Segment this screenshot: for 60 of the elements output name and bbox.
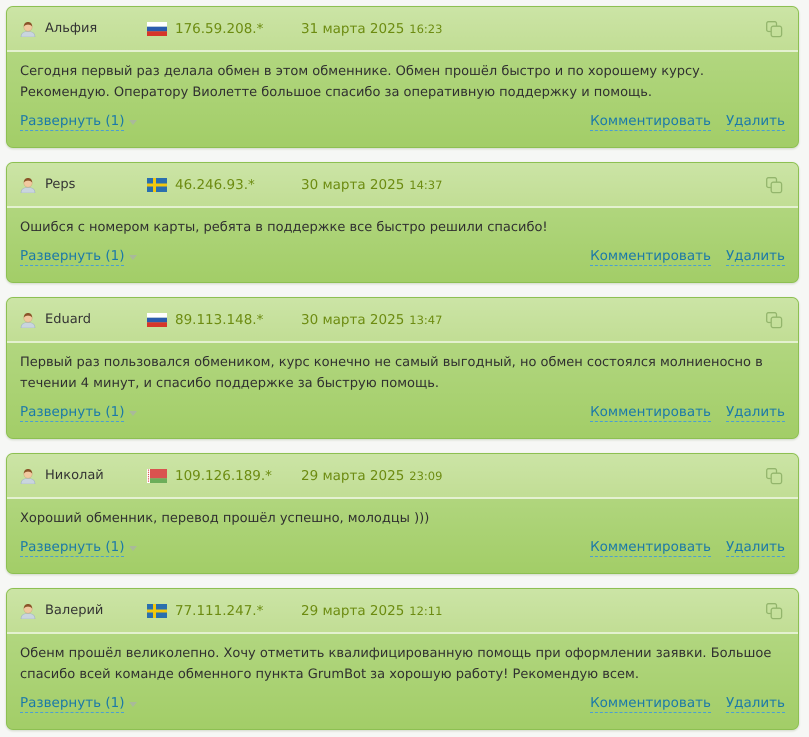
russia-flag-icon xyxy=(147,22,167,36)
sweden-flag-icon xyxy=(147,604,167,618)
copy-icon[interactable] xyxy=(765,176,783,194)
belarus-flag-icon xyxy=(147,468,167,482)
sweden-flag-icon xyxy=(147,178,167,192)
expand-link[interactable]: Развернуть (1) xyxy=(20,695,124,713)
author-name: Альфия xyxy=(45,21,98,36)
ip-address: 89.113.148.* xyxy=(175,312,264,328)
review-text: Обенм прошёл великолепно. Хочу отметить квалифицированную помощь при оформлении заявки. Большое спасибо всей команде обменного пункта GrumBot за хорошую работу! Рекомендую всем. xyxy=(20,645,772,684)
author-name: Николай xyxy=(45,468,105,483)
review-text: Сегодня первый раз делала обмен в этом обменнике. Обмен прошёл быстро и по хорошему курсу. Рекомендую. Оператору Виолетте большое спасибо за оперативную поддержку и помощь. xyxy=(20,63,706,102)
review-text: Ошибся с номером карты, ребята в поддержке все быстро решили спасибо! xyxy=(20,219,549,237)
caret-icon xyxy=(129,410,138,416)
comment-link[interactable]: Комментировать xyxy=(590,539,711,557)
caret-icon xyxy=(129,120,138,124)
review-time: 14:37 xyxy=(409,178,442,192)
delete-link[interactable]: Удалить xyxy=(726,404,785,422)
comment-link[interactable]: Комментировать xyxy=(590,695,711,713)
caret-icon xyxy=(129,546,138,550)
expand-link[interactable]: Развернуть (1) xyxy=(20,248,124,266)
user-avatar-icon xyxy=(20,602,36,618)
expand-link[interactable]: Развернуть (1) xyxy=(20,113,124,131)
comment-link[interactable]: Комментировать xyxy=(590,248,711,266)
copy-icon[interactable] xyxy=(765,20,783,38)
expand-link[interactable]: Развернуть (1) xyxy=(20,404,124,422)
user-avatar-icon xyxy=(20,468,36,484)
copy-icon[interactable] xyxy=(765,602,783,620)
author-name: Eduard xyxy=(45,312,92,327)
review-date: 29 марта 2025 xyxy=(301,468,404,484)
review-date: 29 марта 2025 xyxy=(301,602,404,618)
comment-link[interactable]: Комментировать xyxy=(590,404,711,422)
user-avatar-icon xyxy=(20,312,36,328)
delete-link[interactable]: Удалить xyxy=(726,248,785,266)
expand-link[interactable]: Развернуть (1) xyxy=(20,539,124,557)
author-name: Валерий xyxy=(45,603,104,618)
caret-icon xyxy=(129,254,138,260)
review-time: 23:09 xyxy=(409,468,442,482)
user-avatar-icon xyxy=(20,20,36,36)
caret-icon xyxy=(129,702,138,706)
author-name: Peps xyxy=(45,177,76,192)
copy-icon[interactable] xyxy=(765,466,783,484)
copy-icon[interactable] xyxy=(765,310,783,328)
review-text: Первый раз пользовался обмеником, курс конечно не самый выгодный, но обмен состоялся молниеносно в течении 4 минут, и спасибо поддержке за быструю помощь. xyxy=(20,354,764,393)
review-date: 30 марта 2025 xyxy=(301,176,404,192)
review-time: 13:47 xyxy=(409,312,442,326)
russia-flag-icon xyxy=(147,312,167,326)
ip-address: 77.111.247.* xyxy=(175,602,264,618)
review-date: 31 марта 2025 xyxy=(301,20,404,36)
user-avatar-icon xyxy=(20,176,36,192)
comment-link[interactable]: Комментировать xyxy=(590,113,711,131)
delete-link[interactable]: Удалить xyxy=(726,695,785,713)
review-date: 30 марта 2025 xyxy=(301,312,404,328)
delete-link[interactable]: Удалить xyxy=(726,539,785,557)
ip-address: 109.126.189.* xyxy=(175,468,273,484)
review-time: 16:23 xyxy=(409,22,442,36)
review-text: Хороший обменник, перевод прошёл успешно, молодцы ))) xyxy=(20,510,430,528)
ip-address: 176.59.208.* xyxy=(175,20,264,36)
delete-link[interactable]: Удалить xyxy=(726,113,785,131)
ip-address: 46.246.93.* xyxy=(175,176,256,192)
review-time: 12:11 xyxy=(409,604,442,618)
